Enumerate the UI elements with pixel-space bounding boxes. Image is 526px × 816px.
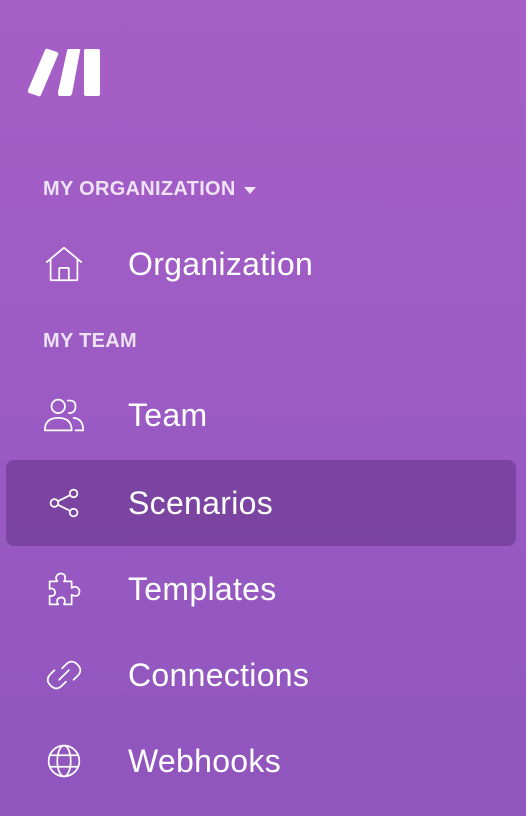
sidebar-item-label: Scenarios — [128, 484, 273, 521]
sidebar-item-webhooks[interactable]: Webhooks — [6, 718, 516, 804]
make-logo-icon[interactable] — [27, 46, 104, 98]
users-icon — [40, 391, 88, 439]
globe-icon — [40, 737, 88, 785]
team-section-header: MY TEAM — [43, 330, 137, 353]
sidebar-item-team[interactable]: Team — [6, 372, 516, 458]
team-section-title: MY TEAM — [43, 330, 137, 352]
puzzle-icon — [40, 565, 88, 613]
link-icon — [40, 651, 88, 699]
sidebar-item-label: Connections — [128, 656, 310, 693]
sidebar: MY ORGANIZATION Organization MY TEAM Tea… — [0, 0, 526, 816]
organization-section-header: MY ORGANIZATION — [43, 178, 236, 200]
organization-switcher[interactable]: MY ORGANIZATION — [43, 178, 256, 201]
sidebar-item-scenarios[interactable]: Scenarios — [6, 460, 516, 546]
sidebar-item-label: Templates — [128, 570, 277, 607]
sidebar-item-organization[interactable]: Organization — [6, 221, 516, 307]
caret-down-icon — [243, 187, 256, 194]
sidebar-item-templates[interactable]: Templates — [6, 546, 516, 632]
sidebar-item-label: Team — [128, 396, 208, 433]
sidebar-item-label: Webhooks — [128, 742, 282, 779]
sidebar-item-connections[interactable]: Connections — [6, 632, 516, 718]
home-icon — [40, 240, 88, 288]
sidebar-item-label: Organization — [128, 245, 314, 282]
share-nodes-icon — [40, 479, 88, 527]
